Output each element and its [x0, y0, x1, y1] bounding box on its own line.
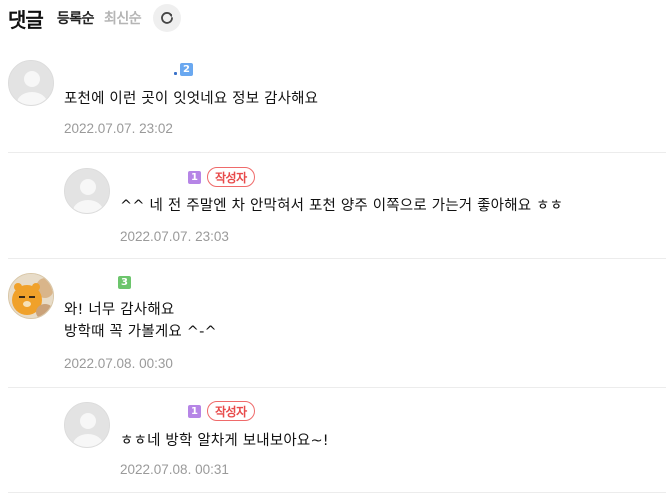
divider [8, 387, 666, 388]
reply-item: 1 작성자 ㅎㅎ네 방학 알차게 보내보아요~! 2022.07.08. 00:… [64, 401, 666, 482]
comment-meta: 3 [118, 273, 131, 291]
sort-latest-tab[interactable]: 최신순 [104, 8, 142, 28]
refresh-icon [161, 12, 173, 24]
avatar[interactable] [64, 168, 110, 214]
divider [8, 152, 666, 153]
nickname[interactable] [174, 71, 177, 75]
comment-text-line1: 와! 너무 감사해요 [64, 302, 175, 318]
default-profile-icon [65, 169, 109, 213]
comment-date: 2022.07.07. 23:03 [120, 229, 229, 244]
author-badge: 작성자 [207, 401, 255, 421]
member-level-badge: 1 [188, 404, 201, 418]
comment-date: 2022.07.07. 23:02 [64, 121, 173, 136]
comment-text: 포천에 이런 곳이 잇엇네요 정보 감사해요 [64, 91, 319, 107]
sort-registered-tab[interactable]: 등록순 [57, 8, 95, 28]
member-level-badge: 2 [180, 62, 193, 76]
comment-header: 댓글 등록순 최신순 [8, 4, 182, 32]
comment-text: ^^ 네 전 주말엔 차 안막혀서 포천 양주 이쪽으로 가는거 좋아해요 ㅎㅎ [120, 198, 564, 214]
default-profile-icon [65, 403, 109, 447]
divider [8, 492, 666, 493]
member-level-badge: 1 [188, 170, 201, 184]
comments-title: 댓글 [8, 7, 44, 32]
comment-item: 2 포천에 이런 곳이 잇엇네요 정보 감사해요 2022.07.07. 23:… [8, 60, 666, 140]
avatar[interactable] [64, 402, 110, 448]
default-profile-icon [9, 61, 53, 105]
author-badge: 작성자 [207, 167, 255, 187]
comment-date: 2022.07.08. 00:31 [120, 462, 229, 477]
comment-date: 2022.07.08. 00:30 [64, 356, 173, 371]
comment-text-line2: 방학때 꼭 가볼게요 ^-^ [64, 324, 217, 340]
comment-meta: 1 작성자 [188, 401, 255, 421]
comment-item: 3 와! 너무 감사해요 방학때 꼭 가볼게요 ^-^ 2022.07.08. … [8, 273, 666, 377]
character-avatar-icon [9, 274, 53, 318]
divider [8, 258, 666, 259]
reply-item: 1 작성자 ^^ 네 전 주말엔 차 안막혀서 포천 양주 이쪽으로 가는거 좋… [64, 167, 666, 248]
comment-meta: 1 작성자 [188, 167, 255, 187]
member-level-badge: 3 [118, 275, 131, 289]
avatar[interactable] [8, 273, 54, 319]
comment-text: ㅎㅎ네 방학 알차게 보내보아요~! [120, 433, 329, 449]
refresh-button[interactable] [153, 4, 182, 32]
avatar[interactable] [8, 60, 54, 106]
comment-meta: 2 [174, 60, 193, 78]
